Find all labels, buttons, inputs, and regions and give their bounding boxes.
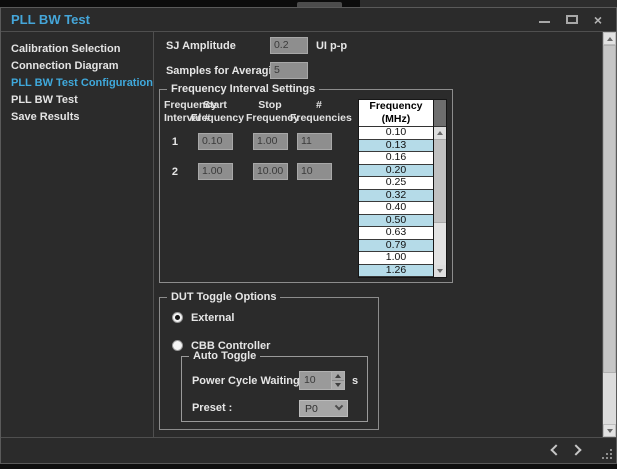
sj-amplitude-label: SJ Amplitude <box>166 40 236 52</box>
top-edge-fill <box>360 0 617 7</box>
table-row[interactable]: 0.40 <box>359 202 433 215</box>
interval-1-start-input[interactable]: 0.10 <box>198 133 233 150</box>
dut-toggle-options-title: DUT Toggle Options <box>167 291 281 303</box>
chevron-down-icon[interactable] <box>603 424 616 437</box>
vertical-scrollbar-thumb[interactable] <box>603 45 616 373</box>
window-body: Calibration Selection Connection Diagram… <box>1 32 616 437</box>
interval-2-start-input[interactable]: 1.00 <box>198 163 233 180</box>
frequency-table-scrollbar-spacer <box>434 100 446 127</box>
frequency-table: Frequency (MHz) 0.10 0.13 0.16 0.20 0.25… <box>358 99 447 278</box>
frequency-table-header-text: Frequency (MHz) <box>369 100 422 126</box>
frequency-table-scrollbar[interactable] <box>434 99 447 278</box>
interval-2-count-input[interactable]: 10 <box>297 163 332 180</box>
top-edge-strip <box>0 0 617 7</box>
external-radio[interactable] <box>172 312 183 323</box>
sidebar-item-save-results[interactable]: Save Results <box>1 109 153 126</box>
samples-for-averaging-input[interactable]: 5 <box>270 62 308 79</box>
sj-amplitude-unit: UI p-p <box>316 40 347 52</box>
frequency-interval-settings-title: Frequency Interval Settings <box>167 83 319 95</box>
vertical-scrollbar[interactable] <box>602 32 616 437</box>
interval-2-number: 2 <box>164 166 186 178</box>
frequency-table-scrollbar-track[interactable] <box>434 223 446 265</box>
interval-1-stop-input[interactable]: 1.00 <box>253 133 288 150</box>
samples-for-averaging-label: Samples for Averaging <box>166 65 285 77</box>
sidebar-item-calibration-selection[interactable]: Calibration Selection <box>1 41 153 58</box>
column-header-stop-frequency: Stop Frequency <box>246 99 294 125</box>
auto-toggle-group: Auto Toggle Power Cycle Waiting : 10 s P… <box>181 356 368 422</box>
pll-bw-test-window: PLL BW Test × Calibration Selection Conn… <box>0 7 617 464</box>
spinner-up-icon[interactable] <box>332 372 344 381</box>
table-row[interactable]: 0.10 <box>359 127 433 140</box>
interval-1-number: 1 <box>164 136 186 148</box>
frequency-table-scrollbar-thumb[interactable] <box>434 139 446 223</box>
chevron-up-icon[interactable] <box>603 32 616 45</box>
window-controls: × <box>539 14 606 26</box>
power-cycle-waiting-spinner[interactable]: 10 <box>299 371 345 390</box>
spinner-buttons <box>331 371 345 390</box>
column-header-num-frequencies: # Frequencies <box>290 99 348 125</box>
screen: PLL BW Test × Calibration Selection Conn… <box>0 0 617 469</box>
titlebar: PLL BW Test × <box>1 8 616 32</box>
dut-toggle-options-group: DUT Toggle Options External CBB Controll… <box>159 297 379 430</box>
resize-grip-icon[interactable] <box>610 457 612 459</box>
sidebar-item-pll-bw-test[interactable]: PLL BW Test <box>1 92 153 109</box>
cbb-controller-radio[interactable] <box>172 340 183 351</box>
auto-toggle-title: Auto Toggle <box>189 350 260 362</box>
preset-dropdown-value: P0 <box>305 403 318 415</box>
maximize-icon[interactable] <box>566 15 578 24</box>
external-radio-label[interactable]: External <box>191 312 234 324</box>
chevron-down-icon[interactable] <box>434 265 446 277</box>
power-cycle-waiting-unit: s <box>352 375 358 387</box>
interval-2-stop-input[interactable]: 10.00 <box>253 163 288 180</box>
chevron-left-icon[interactable] <box>550 444 561 455</box>
power-cycle-waiting-input[interactable]: 10 <box>299 371 331 390</box>
preset-label: Preset : <box>192 402 232 414</box>
close-icon[interactable]: × <box>594 14 602 26</box>
table-row[interactable]: 0.16 <box>359 152 433 165</box>
table-row[interactable]: 0.25 <box>359 177 433 190</box>
main-content: SJ Amplitude 0.2 UI p-p Samples for Aver… <box>154 32 602 437</box>
interval-1-count-input[interactable]: 11 <box>297 133 332 150</box>
chevron-right-icon[interactable] <box>570 444 581 455</box>
minimize-icon[interactable] <box>539 21 550 23</box>
column-header-start-frequency: Start Frequency <box>191 99 239 125</box>
chevron-up-icon[interactable] <box>434 127 446 139</box>
bottom-bar <box>1 437 616 463</box>
sj-amplitude-input[interactable]: 0.2 <box>270 37 308 54</box>
sidebar-item-connection-diagram[interactable]: Connection Diagram <box>1 58 153 75</box>
sidebar-item-pll-bw-test-configuration[interactable]: PLL BW Test Configuration <box>1 75 153 92</box>
sidebar: Calibration Selection Connection Diagram… <box>1 32 154 437</box>
table-row[interactable]: 1.26 <box>359 265 433 278</box>
window-title: PLL BW Test <box>11 12 90 27</box>
table-row[interactable]: 1.00 <box>359 252 433 265</box>
frequency-table-header: Frequency (MHz) <box>359 100 433 127</box>
frequency-interval-settings-group: Frequency Interval Settings Frequency In… <box>159 89 453 283</box>
frequency-table-body: Frequency (MHz) 0.10 0.13 0.16 0.20 0.25… <box>358 99 434 278</box>
chevron-down-icon <box>335 401 343 409</box>
spinner-down-icon[interactable] <box>332 381 344 389</box>
vertical-scrollbar-track[interactable] <box>603 373 616 424</box>
table-row[interactable]: 0.63 <box>359 227 433 240</box>
preset-dropdown[interactable]: P0 <box>299 400 348 417</box>
power-cycle-waiting-label: Power Cycle Waiting : <box>192 375 307 387</box>
